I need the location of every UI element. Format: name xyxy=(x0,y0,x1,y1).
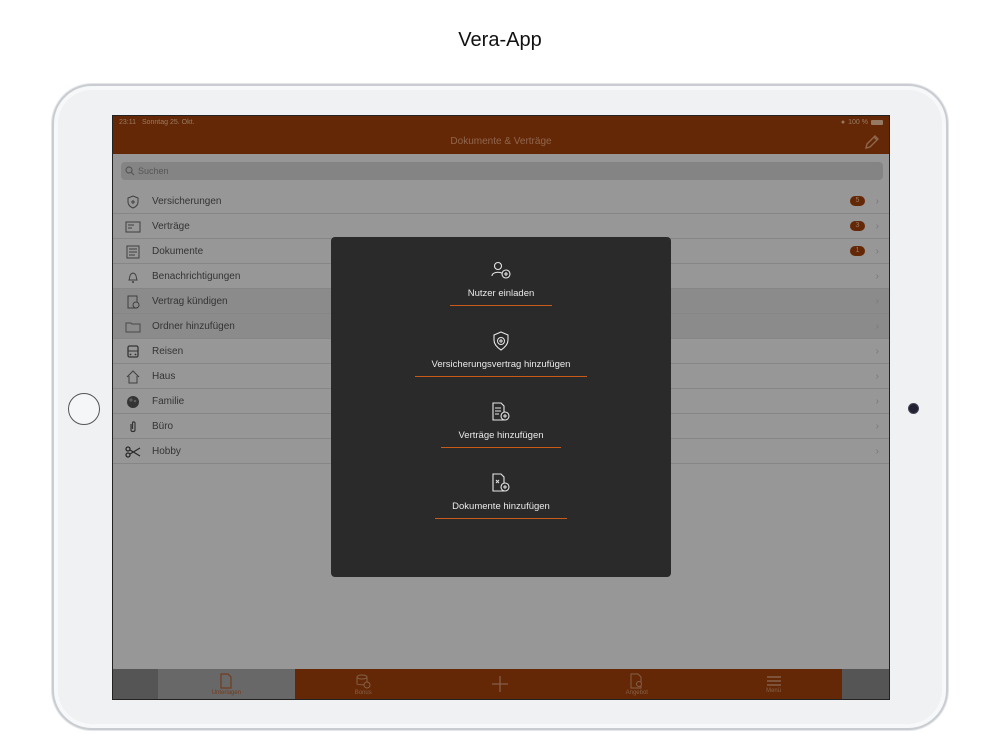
action-underline xyxy=(435,518,567,519)
camera xyxy=(909,404,918,413)
shield-plus-icon xyxy=(490,330,512,352)
page-title: Vera-App xyxy=(458,29,542,51)
add-insurance-action[interactable]: Versicherungsvertrag hinzufügen xyxy=(331,330,671,377)
action-label: Dokumente hinzufügen xyxy=(452,501,550,512)
add-action-sheet: Nutzer einladen Versicherungsvertrag hin… xyxy=(331,237,671,577)
action-underline xyxy=(450,305,552,306)
document-add-icon xyxy=(490,472,512,494)
action-label: Nutzer einladen xyxy=(467,288,535,299)
home-button[interactable] xyxy=(68,393,100,425)
action-underline xyxy=(415,376,587,377)
action-label: Versicherungsvertrag hinzufügen xyxy=(431,359,571,370)
add-document-action[interactable]: Dokumente hinzufügen xyxy=(331,472,671,519)
action-label: Verträge hinzufügen xyxy=(458,430,544,441)
action-underline xyxy=(441,447,561,448)
contract-add-icon xyxy=(490,401,512,423)
invite-user-icon xyxy=(490,259,512,281)
add-contract-action[interactable]: Verträge hinzufügen xyxy=(331,401,671,448)
invite-user-action[interactable]: Nutzer einladen xyxy=(331,259,671,306)
